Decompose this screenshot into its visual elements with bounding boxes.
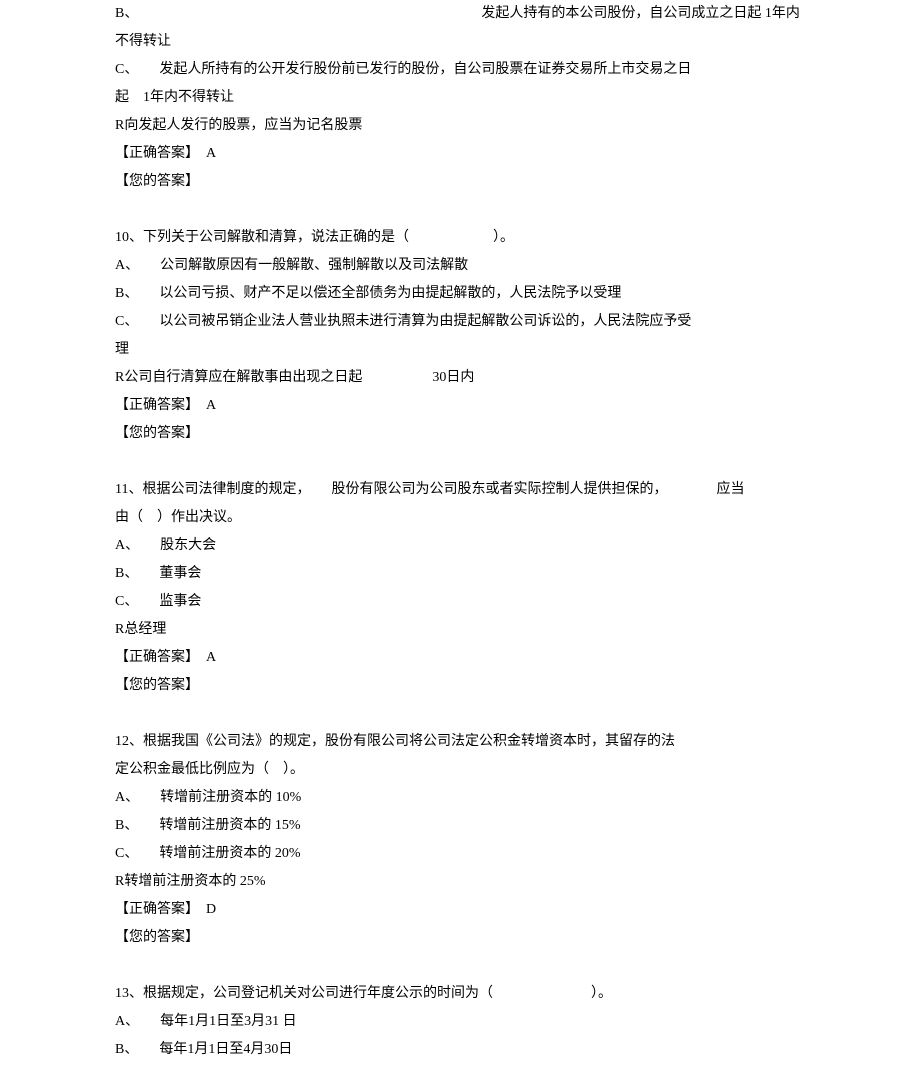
text-line: 起 1年内不得转让 bbox=[115, 84, 805, 112]
question-10: 10、下列关于公司解散和清算，说法正确的是（ ）。 bbox=[115, 224, 805, 252]
option-b: B、 以公司亏损、财产不足以偿还全部债务为由提起解散的，人民法院予以受理 bbox=[115, 280, 805, 308]
option-r: R总经理 bbox=[115, 616, 805, 644]
option-a: A、 转增前注册资本的 10% bbox=[115, 784, 805, 812]
option-a: A、 每年1月1日至3月31 日 bbox=[115, 1008, 805, 1036]
option-a: A、 股东大会 bbox=[115, 532, 805, 560]
your-answer: 【您的答案】 bbox=[115, 420, 805, 448]
correct-answer: 【正确答案】 A bbox=[115, 392, 805, 420]
spacer bbox=[115, 448, 805, 476]
spacer bbox=[115, 952, 805, 980]
correct-answer: 【正确答案】 D bbox=[115, 896, 805, 924]
option-a: A、 公司解散原因有一般解散、强制解散以及司法解散 bbox=[115, 252, 805, 280]
question-11: 11、根据公司法律制度的规定， 股份有限公司为公司股东或者实际控制人提供担保的，… bbox=[115, 476, 805, 504]
option-b: B、 转增前注册资本的 15% bbox=[115, 812, 805, 840]
your-answer: 【您的答案】 bbox=[115, 672, 805, 700]
correct-answer: 【正确答案】 A bbox=[115, 644, 805, 672]
question-13: 13、根据规定，公司登记机关对公司进行年度公示的时间为（ ）。 bbox=[115, 980, 805, 1008]
spacer bbox=[115, 196, 805, 224]
text-line: 定公积金最低比例应为（ ）。 bbox=[115, 756, 805, 784]
your-answer: 【您的答案】 bbox=[115, 924, 805, 952]
option-c: C、 以公司被吊销企业法人营业执照未进行清算为由提起解散公司诉讼的，人民法院应予… bbox=[115, 308, 805, 336]
option-r: R转增前注册资本的 25% bbox=[115, 868, 805, 896]
text-line: B、 发起人持有的本公司股份，自公司成立之日起 1年内不得转让 bbox=[115, 0, 805, 56]
option-r: R公司自行清算应在解散事由出现之日起 30日内 bbox=[115, 364, 805, 392]
option-b: B、 每年1月1日至4月30日 bbox=[115, 1036, 805, 1064]
document-body: B、 发起人持有的本公司股份，自公司成立之日起 1年内不得转让 C、 发起人所持… bbox=[115, 0, 805, 1064]
spacer bbox=[115, 700, 805, 728]
your-answer: 【您的答案】 bbox=[115, 168, 805, 196]
option-c: C、 监事会 bbox=[115, 588, 805, 616]
text-line: R向发起人发行的股票，应当为记名股票 bbox=[115, 112, 805, 140]
correct-answer: 【正确答案】 A bbox=[115, 140, 805, 168]
option-c: C、 转增前注册资本的 20% bbox=[115, 840, 805, 868]
text-line: 理 bbox=[115, 336, 805, 364]
text-line: C、 发起人所持有的公开发行股份前已发行的股份，自公司股票在证券交易所上市交易之… bbox=[115, 56, 805, 84]
option-b: B、 董事会 bbox=[115, 560, 805, 588]
question-12: 12、根据我国《公司法》的规定，股份有限公司将公司法定公积金转增资本时，其留存的… bbox=[115, 728, 805, 756]
text-line: 由（ ）作出决议。 bbox=[115, 504, 805, 532]
